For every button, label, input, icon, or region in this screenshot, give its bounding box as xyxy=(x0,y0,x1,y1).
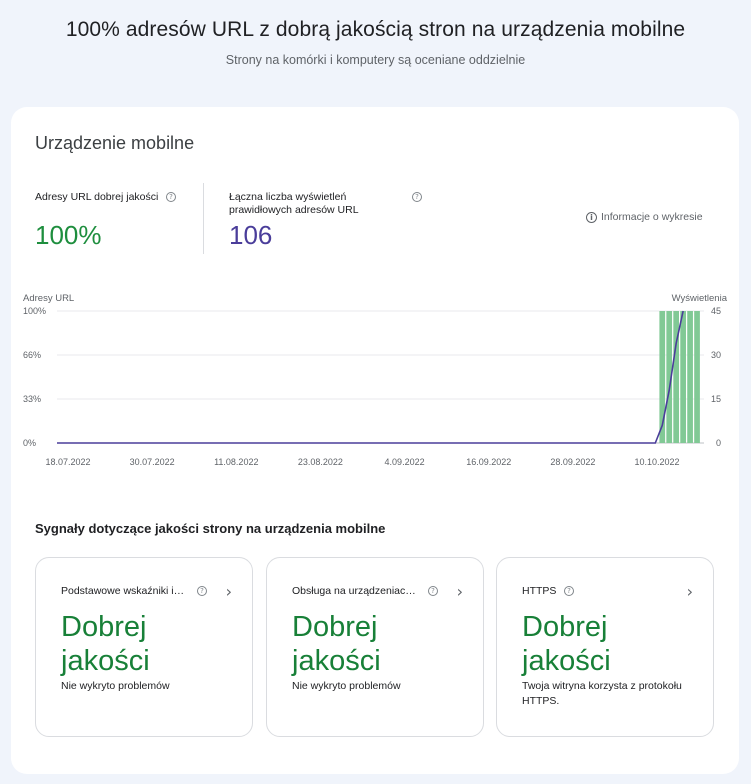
left-axis-title: Adresy URL xyxy=(23,293,74,304)
signal-tile-https[interactable]: HTTPS ? › Dobrej jakości Twoja witryna k… xyxy=(496,557,714,737)
chart-line-impressions xyxy=(57,310,684,444)
x-tick-label: 4.09.2022 xyxy=(385,457,425,467)
chart-bar xyxy=(694,311,700,443)
right-tick-label: 15 xyxy=(711,394,721,404)
chart-info-link-label: Informacje o wykresie xyxy=(601,211,703,223)
tile-status: Dobrej jakości xyxy=(292,611,381,677)
tile-label: Podstawowe wskaźniki internetowe xyxy=(61,585,189,597)
tile-description: Nie wykryto problemów xyxy=(61,680,170,692)
tile-status: Dobrej jakości xyxy=(522,611,611,677)
chevron-right-icon[interactable]: › xyxy=(457,582,463,601)
chart-grid xyxy=(57,310,704,444)
x-tick-label: 28.09.2022 xyxy=(550,457,595,467)
x-tick-label: 10.10.2022 xyxy=(634,457,679,467)
metric-impressions-label-line2: prawidłowych adresów URL xyxy=(229,204,359,216)
help-icon[interactable]: ? xyxy=(428,586,438,596)
quality-chart: Adresy URL Wyświetlenia 100% 45 66% 30 33% 15… xyxy=(23,293,728,467)
metric-good-urls-value: 100% xyxy=(35,220,102,250)
chevron-right-icon[interactable]: › xyxy=(226,582,232,601)
right-axis-title: Wyświetlenia xyxy=(672,293,728,304)
x-tick-label: 23.08.2022 xyxy=(298,457,343,467)
page-subtitle: Strony na komórki i komputery są ocenian… xyxy=(225,53,526,67)
info-icon: i xyxy=(586,211,597,223)
metric-impressions-value: 106 xyxy=(229,220,273,250)
help-icon[interactable]: ? xyxy=(166,192,176,202)
right-tick-label: 45 xyxy=(711,306,721,316)
signals-title: Sygnały dotyczące jakości strony na urzą… xyxy=(35,521,386,536)
metric-divider xyxy=(203,183,204,254)
page-title: 100% adresów URL z dobrą jakością stron … xyxy=(65,18,686,41)
signal-tile-core-web-vitals[interactable]: Podstawowe wskaźniki internetowe ? › Dob… xyxy=(35,557,253,737)
metric-impressions-label-line1: Łączna liczba wyświetleń xyxy=(229,191,347,203)
metric-impressions-label: Łączna liczba wyświetleń prawidłowych ad… xyxy=(229,191,359,217)
chart-bar xyxy=(680,311,686,443)
tile-description: Twoja witryna korzysta z protokołu HTTPS… xyxy=(522,680,682,707)
help-icon[interactable]: ? xyxy=(412,192,422,202)
chart-line-group xyxy=(57,310,684,444)
card-title: Urządzenie mobilne xyxy=(35,133,195,153)
signal-tile-mobile-usability[interactable]: Obsługa na urządzeniach mobilnych ? › Do… xyxy=(266,557,484,737)
left-tick-label: 100% xyxy=(23,306,46,316)
x-tick-label: 11.08.2022 xyxy=(214,457,258,467)
metric-good-urls-label: Adresy URL dobrej jakości xyxy=(35,191,159,203)
tile-description: Nie wykryto problemów xyxy=(292,680,401,692)
right-tick-label: 0 xyxy=(716,438,721,448)
left-tick-label: 66% xyxy=(23,350,41,360)
x-tick-label: 18.07.2022 xyxy=(45,457,90,467)
tile-status: Dobrej jakości xyxy=(61,611,150,677)
x-tick-label: 16.09.2022 xyxy=(466,457,511,467)
right-tick-label: 30 xyxy=(711,350,721,360)
chart-bar xyxy=(687,311,693,443)
left-tick-label: 33% xyxy=(23,394,41,404)
help-icon[interactable]: ? xyxy=(564,586,574,596)
tile-label: Obsługa na urządzeniach mobilnych xyxy=(292,585,420,597)
tile-label: HTTPS xyxy=(522,585,557,597)
x-tick-label: 30.07.2022 xyxy=(130,457,175,467)
help-icon[interactable]: ? xyxy=(197,586,207,596)
left-tick-label: 0% xyxy=(23,438,36,448)
mobile-card: Urządzenie mobilne Adresy URL dobrej jak… xyxy=(11,107,739,774)
chevron-right-icon[interactable]: › xyxy=(687,582,693,601)
chart-info-link[interactable]: i Informacje o wykresie xyxy=(586,211,703,223)
